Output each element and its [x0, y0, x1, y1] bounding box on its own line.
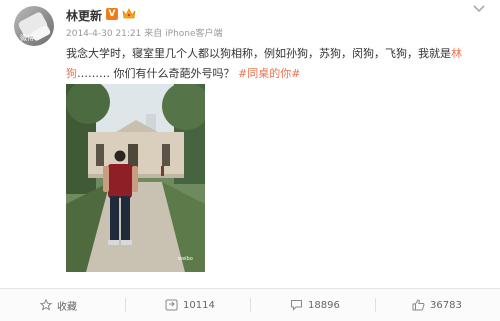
- author-name[interactable]: 林更新: [66, 7, 102, 24]
- post-text-part1: 我念大学时，寝室里几个人都以狗相称，例如孙狗，苏狗，闵狗，飞狗，我就是: [66, 47, 451, 60]
- divider: [250, 298, 251, 312]
- comment-count: 18896: [308, 299, 340, 311]
- post-source[interactable]: iPhone客户端: [165, 29, 222, 39]
- crown-icon[interactable]: [122, 7, 136, 20]
- verified-icon[interactable]: V: [106, 8, 118, 20]
- like-count: 36783: [430, 299, 462, 311]
- favorite-button[interactable]: 收藏: [40, 289, 77, 321]
- repost-icon: [165, 299, 178, 311]
- post-from-label: 来自: [144, 29, 163, 39]
- repost-count: 10114: [183, 299, 215, 311]
- post-timestamp[interactable]: 2014-4-30 21:21: [66, 29, 141, 39]
- repost-button[interactable]: 10114: [165, 289, 215, 321]
- divider: [125, 298, 126, 312]
- post-meta: 2014-4-30 21:21 来自 iPhone客户端: [66, 26, 223, 39]
- avatar-watermark: 微博: [20, 34, 34, 42]
- divider: [375, 298, 376, 312]
- post-text: 我念大学时，寝室里几个人都以狗相称，例如孙狗，苏狗，闵狗，飞狗，我就是林狗…………: [66, 44, 491, 84]
- favorite-label: 收藏: [57, 301, 77, 313]
- like-button[interactable]: 36783: [412, 289, 462, 321]
- chevron-down-icon[interactable]: [472, 4, 486, 14]
- avatar[interactable]: 微博: [14, 6, 54, 46]
- weibo-post-card: 微博 林更新 V 2014-4-30 21:21 来自 iPhone客户端 我念…: [0, 0, 500, 321]
- thumbs-up-icon: [412, 299, 425, 311]
- comment-icon: [291, 300, 302, 311]
- post-text-part2: ……… 你们有什么奇葩外号吗？: [77, 67, 238, 80]
- star-icon: [40, 299, 52, 311]
- post-topic-link[interactable]: #同桌的你#: [238, 67, 300, 80]
- action-bar: 收藏 10114 18896 36783: [0, 288, 500, 321]
- svg-text:weibo: weibo: [178, 256, 193, 262]
- comment-button[interactable]: 18896: [290, 289, 340, 321]
- post-photo[interactable]: weibo: [66, 84, 205, 272]
